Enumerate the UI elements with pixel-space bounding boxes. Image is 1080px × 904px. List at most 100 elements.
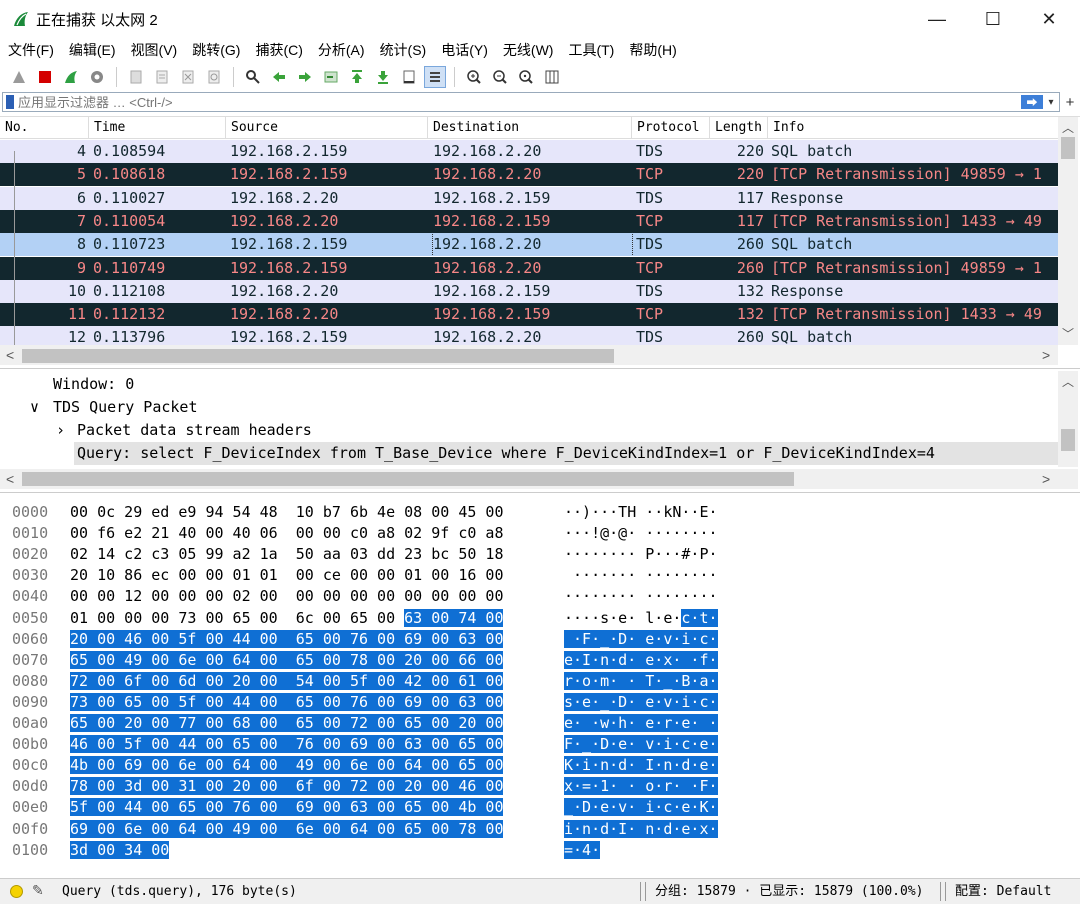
bytes-hex[interactable]: 65 00 49 00 6e 00 64 00 65 00 78 00 20 0… <box>70 649 504 670</box>
bytes-hex[interactable]: 78 00 3d 00 31 00 20 00 6f 00 72 00 20 0… <box>70 775 504 796</box>
bytes-hex[interactable]: 02 14 c2 c3 05 99 a2 1a 50 aa 03 dd 23 b… <box>70 543 503 564</box>
bytes-hex[interactable]: 00 00 12 00 00 00 02 00 00 00 00 00 00 0… <box>70 585 503 606</box>
scroll-up-icon[interactable]: ︿ <box>1062 373 1074 390</box>
details-vertical-scrollbar[interactable]: ︿ <box>1058 371 1078 467</box>
minimize-button[interactable]: — <box>909 0 965 38</box>
scroll-left-icon[interactable]: < <box>6 471 14 487</box>
menu-capture[interactable]: 捕获(C) <box>247 40 309 60</box>
go-to-packet-icon[interactable] <box>320 66 342 88</box>
bytes-ascii[interactable]: F·_·D·e· v·i·c·e· <box>564 733 718 754</box>
apply-filter-button[interactable]: ⮕ <box>1021 95 1043 109</box>
packet-list-vertical-scrollbar[interactable]: ︿ ﹀ <box>1058 117 1078 345</box>
zoom-in-icon[interactable] <box>463 66 485 88</box>
packet-row[interactable]: 11 0.112132 192.168.2.20 192.168.2.159 TCP 13… <box>0 303 1058 327</box>
bytes-hex[interactable]: 65 00 20 00 77 00 68 00 65 00 72 00 65 0… <box>70 712 504 733</box>
column-header-length[interactable]: Length <box>710 117 768 139</box>
packet-row[interactable]: 10 0.112108 192.168.2.20 192.168.2.159 TDS 13… <box>0 279 1058 303</box>
bytes-hex[interactable]: 46 00 5f 00 44 00 65 00 76 00 69 00 63 0… <box>70 733 504 754</box>
scroll-down-icon[interactable]: ﹀ <box>1062 325 1074 342</box>
display-filter-input[interactable] <box>18 94 1021 110</box>
menu-file[interactable]: 文件(F) <box>0 40 61 60</box>
bytes-hex[interactable]: 20 10 86 ec 00 00 01 01 00 ce 00 00 01 0… <box>70 564 503 585</box>
autoscroll-icon[interactable] <box>398 66 420 88</box>
bytes-ascii[interactable]: r·o·m· · T·_·B·a· <box>564 670 718 691</box>
packet-list-horizontal-scrollbar[interactable]: < > <box>0 345 1058 365</box>
add-filter-button[interactable]: + <box>1062 92 1078 112</box>
bytes-ascii[interactable]: ·F·_·D· e·v·i·c· <box>564 628 718 649</box>
bytes-ascii[interactable]: ····s·e· l·e·c·t· <box>564 607 718 628</box>
scroll-thumb[interactable] <box>1061 429 1075 451</box>
column-header-protocol[interactable]: Protocol <box>632 117 710 139</box>
menu-edit[interactable]: 编辑(E) <box>61 40 123 60</box>
expert-info-indicator-icon[interactable] <box>10 885 23 898</box>
bytes-hex[interactable]: 5f 00 44 00 65 00 76 00 69 00 63 00 65 0… <box>70 796 504 817</box>
column-header-source[interactable]: Source <box>226 117 428 139</box>
details-horizontal-scrollbar[interactable]: < > <box>0 469 1078 489</box>
go-last-packet-icon[interactable] <box>372 66 394 88</box>
go-back-icon[interactable] <box>268 66 290 88</box>
bytes-hex[interactable]: 4b 00 69 00 6e 00 64 00 49 00 6e 00 64 0… <box>70 754 504 775</box>
scroll-thumb[interactable] <box>22 472 794 486</box>
column-header-destination[interactable]: Destination <box>428 117 632 139</box>
resize-columns-icon[interactable] <box>541 66 563 88</box>
column-header-info[interactable]: Info <box>768 117 1058 139</box>
detail-stream-headers[interactable]: Packet data stream headers <box>77 419 312 442</box>
scroll-thumb[interactable] <box>22 349 614 363</box>
zoom-out-icon[interactable] <box>489 66 511 88</box>
normal-size-icon[interactable] <box>515 66 537 88</box>
bytes-ascii[interactable]: i·n·d·I· n·d·e·x· <box>564 818 718 839</box>
scroll-left-icon[interactable]: < <box>6 347 14 363</box>
start-capture-icon[interactable] <box>8 66 30 88</box>
scroll-thumb[interactable] <box>1061 137 1075 159</box>
bytes-hex[interactable]: 00 f6 e2 21 40 00 40 06 00 00 c0 a8 02 9… <box>70 522 503 543</box>
filter-history-dropdown[interactable]: ▾ <box>1045 97 1057 108</box>
menu-analyze[interactable]: 分析(A) <box>310 40 372 60</box>
scroll-right-icon[interactable]: > <box>1042 471 1050 487</box>
bytes-ascii[interactable]: _·D·e·v· i·c·e·K· <box>564 796 718 817</box>
menu-wireless[interactable]: 无线(W) <box>495 40 561 60</box>
bytes-ascii[interactable]: e·I·n·d· e·x· ·f· <box>564 649 718 670</box>
bytes-ascii[interactable]: x·=·1· · o·r· ·F· <box>564 775 718 796</box>
reload-file-icon[interactable] <box>203 66 225 88</box>
close-file-icon[interactable] <box>177 66 199 88</box>
column-header-time[interactable]: Time <box>89 117 226 139</box>
menu-tools[interactable]: 工具(T) <box>560 40 621 60</box>
packet-row[interactable]: 8 0.110723 192.168.2.159 192.168.2.20 TDS 260… <box>0 233 1058 257</box>
collapse-arrow-icon[interactable]: › <box>56 419 65 442</box>
menu-go[interactable]: 跳转(G) <box>184 40 247 60</box>
bytes-hex[interactable]: 72 00 6f 00 6d 00 20 00 54 00 5f 00 42 0… <box>70 670 504 691</box>
menu-help[interactable]: 帮助(H) <box>621 40 683 60</box>
find-packet-icon[interactable] <box>242 66 264 88</box>
stop-capture-icon[interactable] <box>34 66 56 88</box>
maximize-button[interactable]: ☐ <box>965 0 1021 38</box>
bytes-hex[interactable]: 3d 00 34 00 <box>70 839 170 860</box>
open-file-icon[interactable] <box>125 66 147 88</box>
bytes-ascii[interactable]: ········ P···#·P· <box>564 543 718 564</box>
colorize-icon[interactable] <box>424 66 446 88</box>
scroll-up-icon[interactable]: ︿ <box>1062 119 1074 136</box>
detail-query-field[interactable]: Query: select F_DeviceIndex from T_Base_… <box>74 442 1058 465</box>
menu-statistics[interactable]: 统计(S) <box>372 40 434 60</box>
detail-window-field[interactable]: Window: 0 <box>53 373 134 396</box>
capture-options-icon[interactable] <box>86 66 108 88</box>
menu-view[interactable]: 视图(V) <box>123 40 185 60</box>
bytes-ascii[interactable]: ··)···TH ··kN··E· <box>564 501 718 522</box>
bytes-hex[interactable]: 01 00 00 00 73 00 65 00 6c 00 65 00 63 0… <box>70 607 504 628</box>
bookmark-icon[interactable] <box>6 95 14 109</box>
save-file-icon[interactable] <box>151 66 173 88</box>
edit-comment-icon[interactable]: ✎ <box>32 882 44 899</box>
packet-row[interactable]: 9 0.110749 192.168.2.159 192.168.2.20 TCP 260… <box>0 256 1058 280</box>
bytes-hex[interactable]: 73 00 65 00 5f 00 44 00 65 00 76 00 69 0… <box>70 691 504 712</box>
go-first-packet-icon[interactable] <box>346 66 368 88</box>
bytes-ascii[interactable]: e· ·w·h· e·r·e· · <box>564 712 718 733</box>
bytes-ascii[interactable]: K·i·n·d· I·n·d·e· <box>564 754 718 775</box>
packet-row[interactable]: 6 0.110027 192.168.2.20 192.168.2.159 TDS 117… <box>0 186 1058 210</box>
bytes-ascii[interactable]: ···!@·@· ········ <box>564 522 718 543</box>
bytes-hex[interactable]: 69 00 6e 00 64 00 49 00 6e 00 64 00 65 0… <box>70 818 504 839</box>
menu-telephony[interactable]: 电话(Y) <box>433 40 495 60</box>
close-button[interactable]: ✕ <box>1021 0 1077 38</box>
packet-row[interactable]: 5 0.108618 192.168.2.159 192.168.2.20 TCP 220… <box>0 163 1058 187</box>
go-forward-icon[interactable] <box>294 66 316 88</box>
scroll-right-icon[interactable]: > <box>1042 347 1050 363</box>
bytes-ascii[interactable]: ······· ········ <box>564 564 718 585</box>
